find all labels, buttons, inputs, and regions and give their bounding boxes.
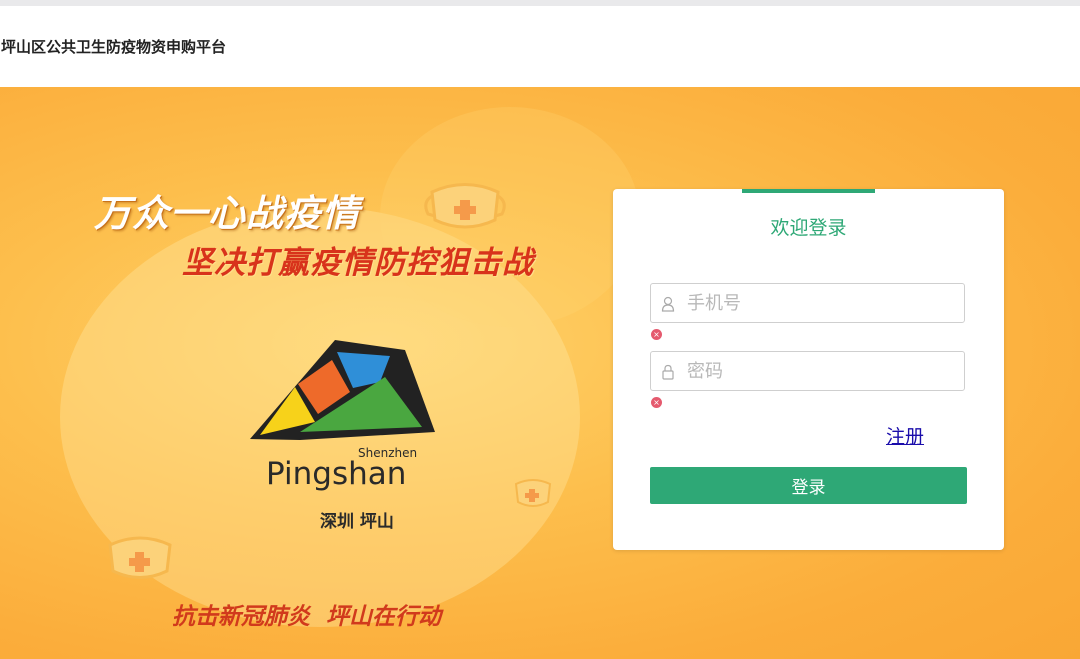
- login-button[interactable]: 登录: [650, 467, 967, 504]
- page-header: 坪山区公共卫生防疫物资申购平台: [0, 6, 1080, 87]
- background-glow: [380, 107, 640, 327]
- site-title: 坪山区公共卫生防疫物资申购平台: [1, 38, 227, 56]
- password-field[interactable]: [650, 351, 965, 391]
- face-mask-icon: [424, 183, 506, 229]
- phone-input[interactable]: [687, 288, 957, 318]
- mountain-logo-icon: [250, 340, 435, 440]
- slogan-sub: 坚决打赢疫情防控狙击战: [182, 245, 534, 281]
- logo-name-en: Pingshan: [266, 456, 407, 492]
- face-mask-icon: [108, 536, 172, 579]
- face-mask-icon: [514, 479, 552, 507]
- logo-name-cn: 深圳 坪山: [320, 512, 394, 532]
- slogan-main: 万众一心战疫情: [94, 192, 360, 235]
- login-tab-indicator: [742, 189, 875, 193]
- register-link[interactable]: 注册: [886, 422, 924, 449]
- user-icon: [661, 296, 675, 312]
- error-x-icon: ×: [651, 397, 662, 408]
- pingshan-logo: Shenzhen Pingshan 深圳 坪山: [240, 332, 450, 532]
- login-panel: 欢迎登录 × × 注册 登录: [613, 189, 1004, 550]
- login-title[interactable]: 欢迎登录: [613, 213, 1004, 240]
- password-input[interactable]: [687, 356, 957, 386]
- slogan-bottom: 抗击新冠肺炎 坪山在行动: [172, 604, 442, 630]
- error-x-icon: ×: [651, 329, 662, 340]
- phone-field[interactable]: [650, 283, 965, 323]
- lock-icon: [662, 364, 674, 380]
